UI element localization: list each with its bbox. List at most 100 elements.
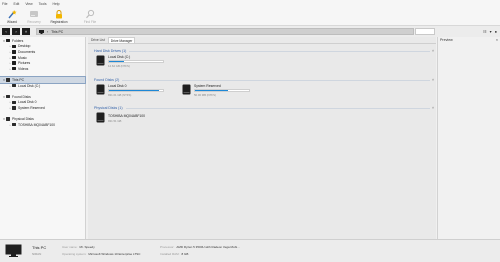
processor-label: Processor: [160, 245, 175, 249]
menu-bar: File Edit View Tools Help [0, 0, 500, 7]
disk-size: 931.51 GB [108, 118, 122, 123]
section-divider [122, 79, 431, 81]
drive-icon [12, 123, 16, 127]
disk-name: TOSHIBA MQ04ABF100 [108, 114, 146, 118]
disk-size: 14.62 GB (NTFS) [108, 63, 130, 68]
find-file-label: Find File [83, 20, 97, 24]
usage-bar [108, 89, 164, 92]
disk-size: 931.01 GB (NTFS) [108, 92, 132, 97]
forward-button[interactable]: › [12, 28, 20, 35]
folder-tree: ▾ Folders › Desktop › Documents › Music › Picture… [0, 37, 86, 239]
folder-icon [12, 55, 16, 60]
status-subtitle: NIRAN [32, 252, 42, 256]
disk-name: System Reserved [194, 84, 221, 88]
os-label: Operating system: [62, 252, 87, 256]
drive-icon [12, 100, 16, 105]
tree-node-label: Desktop [18, 44, 31, 49]
status-title: This PC [32, 245, 47, 250]
recovery-button[interactable]: Recovery [25, 7, 43, 26]
search-input[interactable] [415, 28, 435, 35]
section-hard-disk-drives[interactable]: Hard Disk Drives (1) ˄ [94, 48, 434, 54]
usage-bar-fill [109, 61, 125, 62]
tab-strip: Drive List Drive Manager [88, 37, 436, 44]
close-preview-icon[interactable]: × [496, 38, 498, 42]
address-bar: ‹ › ˄ › This PC ☷ ▾ ● [0, 26, 500, 37]
tree-node-label: Found Disks [12, 94, 31, 99]
find-file-button[interactable]: Find File [81, 7, 99, 26]
path-separator: › [47, 29, 49, 34]
section-title: Physical Disks (1) [94, 106, 123, 110]
section-divider [125, 107, 431, 109]
tree-node-label: Music [18, 55, 27, 60]
registration-button[interactable]: Registration [47, 7, 71, 26]
tree-node-label: Physical Disks [12, 117, 34, 122]
registration-label: Registration [50, 20, 68, 24]
help-icon[interactable]: ● [495, 29, 497, 34]
wizard-label: Wizard [7, 20, 17, 24]
usage-bar-fill [195, 90, 229, 91]
arrow-up-icon: ˄ [24, 29, 28, 34]
path-box[interactable]: › This PC [36, 28, 414, 35]
disk-local-0[interactable]: Local Disk 0 931.01 GB (NTFS) [96, 84, 164, 97]
processor-value: AMD Ryzen 5 3500U with Radeon Vega Mobi.… [176, 245, 240, 249]
collapse-icon[interactable]: ˄ [432, 78, 434, 82]
back-button[interactable]: ‹ [2, 28, 10, 35]
disk-local-c[interactable]: Local Disk (C:) 14.62 GB (NTFS) [96, 55, 164, 68]
wizard-wand-icon [7, 9, 17, 19]
disk-system-reserved[interactable]: System Reserved 50.00 MB (NTFS) [182, 84, 250, 97]
ribbon-toolbar: Wizard Recovery Registration Find File [0, 7, 500, 26]
os-value: Microsoft Windows 10 Enterprise LTSC [88, 252, 141, 256]
preview-title: Preview [440, 38, 453, 42]
memory-field: Installed RAM: 8 GB [160, 252, 188, 256]
path-this-pc[interactable]: This PC [51, 30, 63, 34]
drive-icon [12, 106, 16, 110]
tree-node[interactable]: › TOSHIBA MQ04ABF100 [0, 122, 85, 128]
folder-icon [12, 44, 16, 49]
hard-drive-icon [96, 55, 105, 66]
folder-icon [6, 39, 10, 43]
view-dropdown-icon[interactable]: ▾ [490, 29, 492, 34]
tab-drive-list[interactable]: Drive List [89, 37, 107, 43]
view-controls: ☷ ▾ ● [483, 28, 497, 35]
disk-size: 50.00 MB (NTFS) [194, 92, 216, 97]
preview-panel: Preview × [437, 37, 500, 239]
recovery-label: Recovery [27, 20, 41, 24]
hard-drive-icon [96, 84, 105, 95]
collapse-icon[interactable]: ˄ [432, 49, 434, 53]
status-bar: This PC NIRAN User name: Mr. Speedy Opera… [0, 239, 500, 262]
collapse-icon[interactable]: ˄ [432, 106, 434, 110]
drive-icon [6, 95, 10, 99]
tree-node-label: Local Disk (C:) [18, 83, 41, 88]
drive-icon [6, 78, 10, 82]
drive-icon [6, 117, 10, 121]
tree-node-label: Folders [12, 38, 24, 43]
menu-edit[interactable]: Edit [13, 2, 19, 6]
view-mode-icon[interactable]: ☷ [483, 29, 487, 34]
hard-drive-icon [96, 112, 105, 123]
drive-list-panel: Drive List Drive Manager Hard Disk Drive… [88, 37, 436, 239]
section-physical-disks[interactable]: Physical Disks (1) ˄ [94, 105, 434, 111]
tab-drive-manager[interactable]: Drive Manager [107, 37, 136, 43]
disk-name: Local Disk 0 [108, 84, 127, 88]
folder-icon [12, 50, 16, 54]
computer-icon [5, 244, 22, 257]
section-found-disks[interactable]: Found Disks (2) ˄ [94, 77, 434, 83]
usage-bar [108, 60, 164, 63]
menu-help[interactable]: Help [53, 2, 60, 6]
drive-icon [12, 83, 16, 88]
os-field: Operating system: Microsoft Windows 10 En… [62, 252, 140, 256]
menu-file[interactable]: File [2, 2, 7, 6]
tree-node-label: This PC [12, 77, 25, 82]
wizard-button[interactable]: Wizard [3, 7, 21, 26]
tree-node-label: Pictures [18, 61, 31, 66]
menu-view[interactable]: View [25, 2, 32, 6]
folder-icon [12, 67, 16, 71]
menu-tools[interactable]: Tools [39, 2, 47, 6]
up-button[interactable]: ˄ [22, 28, 30, 35]
disk-toshiba[interactable]: TOSHIBA MQ04ABF100 931.51 GB [96, 112, 145, 123]
disk-name: Local Disk (C:) [108, 55, 131, 59]
recovery-drive-icon [29, 9, 39, 19]
user-name-label: User name: [62, 245, 78, 249]
arrow-left-icon: ‹ [5, 29, 7, 34]
user-name-field: User name: Mr. Speedy [62, 245, 95, 249]
